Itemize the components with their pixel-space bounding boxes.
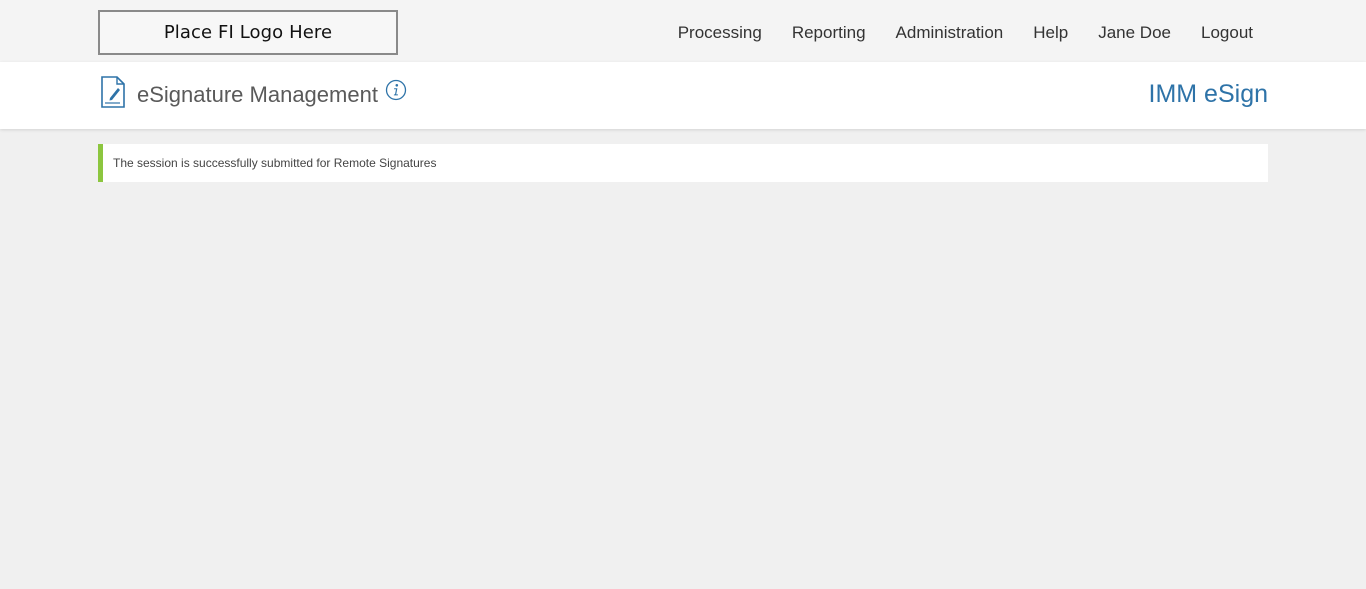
nav-item-user-profile[interactable]: Jane Doe	[1098, 23, 1171, 43]
success-alert: The session is successfully submitted fo…	[98, 144, 1268, 182]
top-navigation-bar: Place FI Logo Here Processing Reporting …	[0, 0, 1366, 62]
logo-text: Place FI Logo Here	[163, 22, 333, 43]
page-title: eSignature Management	[137, 82, 378, 107]
product-brand: IMM eSign	[1148, 80, 1268, 108]
nav-item-help[interactable]: Help	[1033, 23, 1068, 43]
nav-item-reporting[interactable]: Reporting	[792, 23, 866, 43]
fi-logo-placeholder[interactable]: Place FI Logo Here	[98, 10, 398, 55]
nav-item-administration[interactable]: Administration	[896, 23, 1004, 43]
document-signature-icon	[101, 76, 125, 108]
nav-item-processing[interactable]: Processing	[678, 23, 762, 43]
main-nav: Processing Reporting Administration Help…	[648, 0, 1253, 66]
alert-message: The session is successfully submitted fo…	[113, 156, 437, 170]
page-header: eSignature Management IMM eSign	[0, 62, 1366, 129]
info-icon[interactable]	[385, 79, 407, 101]
nav-item-logout[interactable]: Logout	[1201, 23, 1253, 43]
